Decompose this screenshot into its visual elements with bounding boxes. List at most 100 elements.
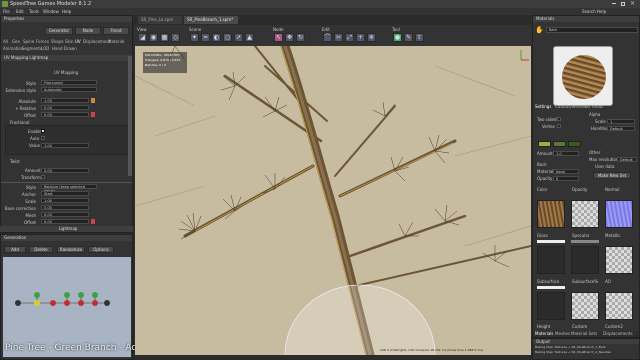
scene-wind-icon[interactable]: ≈	[201, 33, 210, 42]
transform-checkbox[interactable]	[41, 175, 45, 179]
perspective-icon[interactable]: ◢	[138, 33, 147, 42]
material-hand-icon[interactable]: ✋	[535, 26, 544, 35]
max-res-select[interactable]: Default	[617, 157, 637, 162]
scene-light-icon[interactable]: ✦	[190, 33, 199, 42]
edit-bend-icon[interactable]: ⌒	[323, 33, 332, 42]
anchor-select[interactable]: Start	[41, 191, 89, 196]
tab-gen[interactable]: Gen	[12, 39, 20, 44]
vertex-checkbox[interactable]	[557, 124, 561, 128]
tab-hand-drawn[interactable]: Hand Drawn	[52, 46, 77, 51]
node-move-icon[interactable]: ✥	[285, 33, 294, 42]
enable-checkbox[interactable]	[41, 129, 45, 133]
specular-color-bar[interactable]	[571, 240, 599, 243]
tab-shape[interactable]: Shape	[51, 39, 64, 44]
grid-icon[interactable]: ▦	[160, 33, 169, 42]
node-rotate-icon[interactable]: ↻	[296, 33, 305, 42]
camera-icon[interactable]: ◉	[149, 33, 158, 42]
absolute-input[interactable]: 1.00	[41, 98, 89, 103]
tab-displacements[interactable]: Displacements	[603, 331, 633, 336]
subsurface-pct-map-swatch[interactable]	[571, 292, 599, 320]
wireframe-icon[interactable]: ◇	[171, 33, 180, 42]
tab-spine[interactable]: Spine	[23, 39, 34, 44]
specular-map-swatch[interactable]	[571, 246, 599, 274]
edit-prune-icon[interactable]: ✂	[334, 33, 343, 42]
graph-node-root[interactable]	[15, 300, 21, 306]
scene-collision-icon[interactable]: ○	[223, 33, 232, 42]
lightmap-section-header[interactable]: Lightmap	[0, 226, 133, 232]
scene-mesh-icon[interactable]: ▲	[245, 33, 254, 42]
generation-graph[interactable]	[3, 257, 131, 357]
tool-export-icon[interactable]: ⇪	[415, 33, 424, 42]
menu-file[interactable]: File	[3, 9, 10, 14]
tab-mat-cutouts[interactable]: Cutouts/Meshes	[555, 104, 587, 109]
3d-viewport[interactable]: POLYGONS - SELECTED Triangles: 9,879 / 9…	[135, 46, 531, 355]
lower-style-select[interactable]: Relative (keep selected value)	[41, 184, 97, 193]
minimize-icon[interactable]	[612, 3, 616, 4]
randomize-button[interactable]: Randomize	[57, 246, 85, 253]
offset-input[interactable]: 0.00	[41, 112, 89, 117]
tab-sr-pine-lo[interactable]: SR_Pine_Lo.spm	[138, 16, 182, 24]
tab-sr-pinebranch[interactable]: SR_PineBranch_1.spm*	[184, 16, 238, 24]
tab-forces[interactable]: Forces	[36, 39, 49, 44]
tab-mat-uv-areas[interactable]: UV Areas	[585, 104, 603, 109]
tab-uv[interactable]: UV	[75, 39, 81, 44]
scale-input[interactable]: 1.00	[41, 198, 89, 203]
tab-materials[interactable]: Materials	[535, 331, 553, 336]
opacity-input[interactable]: 0	[553, 176, 579, 181]
tab-mat-settings[interactable]: Settings	[535, 104, 551, 109]
color-swatch-3[interactable]	[568, 141, 581, 147]
uv-mapping-section-header[interactable]: UV Mapping Lightmap	[1, 55, 132, 61]
maximize-icon[interactable]	[621, 2, 625, 6]
graph-node-branch-3[interactable]	[78, 300, 84, 306]
node-select-icon[interactable]: ↖	[274, 33, 283, 42]
add-button[interactable]: Add	[4, 246, 26, 253]
subsurface-map-swatch[interactable]	[537, 292, 565, 320]
options-button[interactable]: Options	[88, 246, 114, 253]
fraction-value-input[interactable]: 1.00	[41, 143, 89, 148]
relative-input[interactable]: 0.00	[41, 105, 89, 110]
graph-node-branch-4[interactable]	[92, 300, 98, 306]
edit-freeze-icon[interactable]: ❄	[367, 33, 376, 42]
graph-node-leaf-3[interactable]	[78, 292, 84, 298]
normal-map-swatch[interactable]	[605, 200, 633, 228]
graph-node-leaf-4[interactable]	[92, 292, 98, 298]
handling-select[interactable]: Default	[607, 126, 635, 131]
search-help-label[interactable]: Search Help	[582, 9, 606, 14]
tab-animation[interactable]: Animation	[3, 46, 23, 51]
base-correction-input[interactable]: 0.00	[41, 205, 89, 210]
auto-checkbox[interactable]	[41, 136, 45, 140]
tab-skin[interactable]: Skin	[65, 39, 74, 44]
scene-lod-icon[interactable]: ◐	[212, 33, 221, 42]
graph-node-leaf-1[interactable]	[34, 292, 40, 298]
color-map-swatch[interactable]	[537, 200, 565, 228]
absolute-color-swatch[interactable]	[91, 98, 95, 103]
tab-material-sets[interactable]: Material Sets	[571, 331, 597, 336]
two-sided-checkbox[interactable]	[557, 117, 561, 121]
gloss-color-bar[interactable]	[537, 240, 565, 243]
menu-edit[interactable]: Edit	[16, 9, 24, 14]
edit-add-icon[interactable]: +	[356, 33, 365, 42]
graph-node-branch-2[interactable]	[64, 300, 70, 306]
menu-window[interactable]: Window	[43, 9, 59, 14]
properties-scrollbar[interactable]	[128, 56, 132, 176]
scene-force-icon[interactable]: ➚	[234, 33, 243, 42]
tab-material[interactable]: Material	[108, 39, 124, 44]
color-swatch-2[interactable]	[553, 141, 566, 147]
node-button[interactable]: Node	[75, 27, 101, 35]
subsurface-color-bar[interactable]	[537, 286, 565, 289]
gloss-map-swatch[interactable]	[537, 246, 565, 274]
graph-node-leaf-2[interactable]	[64, 292, 70, 298]
tool-paint-icon[interactable]: ●	[393, 33, 402, 42]
metallic-map-swatch[interactable]	[605, 246, 633, 274]
generator-button[interactable]: Generator	[45, 27, 73, 35]
style-select[interactable]: Fine-tuned	[41, 80, 97, 85]
extension-style-select[interactable]: Automatic	[41, 87, 97, 92]
tab-displacement[interactable]: Displacement	[83, 39, 111, 44]
menu-help[interactable]: Help	[62, 9, 71, 14]
opacity-map-swatch[interactable]	[571, 200, 599, 228]
graph-node-trunk[interactable]	[34, 300, 40, 306]
back-material-select[interactable]: None	[553, 169, 579, 174]
ao-map-swatch[interactable]	[605, 292, 633, 320]
twist-amount-input[interactable]: 0.00	[41, 168, 89, 173]
scale-input[interactable]: 1	[607, 119, 635, 124]
